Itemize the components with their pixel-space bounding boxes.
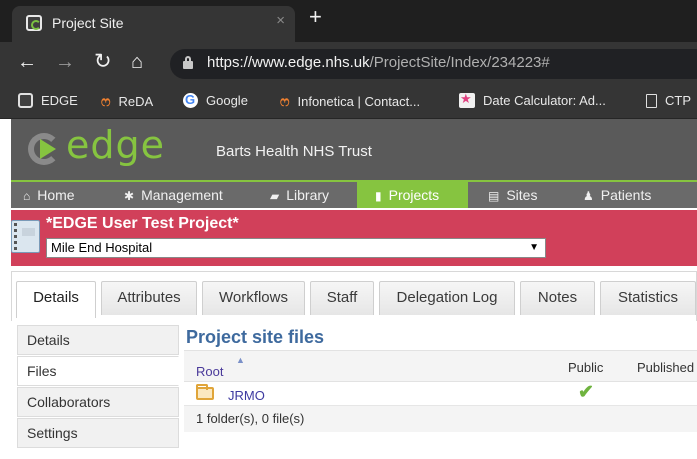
tab-notes[interactable]: Notes bbox=[520, 281, 595, 315]
nav-library[interactable]: ▰ Library bbox=[268, 182, 358, 208]
bookmarks-bar: EDGE ෆReDA Google ෆInfonetica | Contact.… bbox=[0, 85, 697, 119]
reda-icon: ෆ bbox=[101, 93, 111, 109]
bookmark-infonetica[interactable]: ෆ Infonetica | Contact... bbox=[280, 93, 420, 109]
submenu-details[interactable]: Details bbox=[17, 325, 179, 355]
files-table: Root ▲ Public Published JRMO ✔ 1 folder(… bbox=[184, 350, 697, 432]
url-text[interactable]: https://www.edge.nhs.uk/ProjectSite/Inde… bbox=[207, 54, 550, 71]
table-summary: 1 folder(s), 0 file(s) bbox=[184, 406, 697, 432]
column-public[interactable]: Public bbox=[568, 360, 603, 375]
back-arrow-icon[interactable]: ← bbox=[17, 50, 37, 74]
browser-tab[interactable]: Project Site × bbox=[12, 6, 295, 42]
site-select-value: Mile End Hospital bbox=[51, 240, 153, 255]
nav-projects[interactable]: ▮ Projects bbox=[357, 182, 468, 208]
tab-delegation-log[interactable]: Delegation Log bbox=[379, 281, 515, 315]
tab-details[interactable]: Details bbox=[16, 281, 96, 318]
table-header: Root ▲ Public Published bbox=[184, 350, 697, 382]
edge-logo[interactable]: edge bbox=[28, 123, 188, 171]
project-tabs: Details Attributes Workflows Staff Deleg… bbox=[11, 271, 697, 321]
notebook-icon bbox=[11, 220, 40, 253]
nav-patients[interactable]: ♟ Patients bbox=[583, 182, 683, 208]
reload-icon[interactable]: ↻ bbox=[94, 50, 112, 74]
lock-icon bbox=[183, 56, 193, 69]
trust-name: Barts Health NHS Trust bbox=[216, 143, 372, 160]
bookmark-date-calculator[interactable]: Date Calculator: Ad... bbox=[459, 91, 606, 108]
new-tab-icon[interactable]: + bbox=[309, 5, 322, 29]
nav-home[interactable]: ⌂ Home bbox=[21, 182, 101, 208]
date-calculator-icon bbox=[459, 91, 475, 108]
edge-icon bbox=[18, 93, 33, 108]
browser-tabstrip: Project Site × + bbox=[0, 0, 697, 42]
browser-toolbar: ← → ↻ ⌂ https://www.edge.nhs.uk/ProjectS… bbox=[0, 42, 697, 85]
page-title: Project site files bbox=[186, 327, 325, 347]
project-banner: *EDGE User Test Project* Mile End Hospit… bbox=[11, 210, 697, 266]
document-icon: ▮ bbox=[375, 189, 382, 203]
tab-staff[interactable]: Staff bbox=[310, 281, 374, 315]
main-nav: ⌂ Home ✱ Management ▰ Library ▮ Projects ▤ Si… bbox=[11, 180, 697, 208]
edge-logo-icon bbox=[28, 133, 60, 165]
nav-management[interactable]: ✱ Management bbox=[122, 182, 242, 208]
document-icon bbox=[646, 94, 657, 108]
app-header: edge Barts Health NHS Trust bbox=[11, 119, 697, 180]
tab-title: Project Site bbox=[52, 15, 124, 31]
bookmark-google[interactable]: Google bbox=[183, 92, 248, 108]
gear-icon: ✱ bbox=[124, 189, 135, 203]
submenu-files[interactable]: Files bbox=[17, 356, 179, 386]
table-row[interactable]: JRMO ✔ bbox=[184, 382, 697, 406]
checkmark-icon: ✔ bbox=[578, 382, 594, 403]
home-icon[interactable]: ⌂ bbox=[131, 50, 143, 74]
tab-statistics[interactable]: Statistics bbox=[600, 281, 696, 315]
submenu-settings[interactable]: Settings bbox=[17, 418, 179, 448]
site-select[interactable]: Mile End Hospital ▼ bbox=[46, 238, 546, 258]
tab-attributes[interactable]: Attributes bbox=[101, 281, 197, 315]
column-root[interactable]: Root bbox=[196, 364, 223, 379]
book-icon: ▰ bbox=[270, 189, 280, 203]
tab-workflows[interactable]: Workflows bbox=[202, 281, 305, 315]
tab-close-icon[interactable]: × bbox=[276, 12, 285, 29]
dropdown-caret-icon: ▼ bbox=[529, 242, 539, 253]
edge-logo-text: edge bbox=[66, 123, 165, 167]
bookmark-edge[interactable]: EDGE bbox=[18, 93, 78, 108]
home-icon: ⌂ bbox=[23, 189, 31, 203]
bookmark-ctp[interactable]: CTP bbox=[646, 93, 691, 108]
address-bar[interactable]: https://www.edge.nhs.uk/ProjectSite/Inde… bbox=[170, 49, 697, 79]
project-title: *EDGE User Test Project* bbox=[46, 215, 239, 232]
bookmark-reda[interactable]: ෆ ReDA bbox=[101, 93, 153, 109]
infonetica-icon: ෆ bbox=[280, 93, 290, 109]
submenu: Details Files Collaborators Settings bbox=[17, 325, 179, 449]
folder-icon bbox=[196, 384, 214, 400]
submenu-collaborators[interactable]: Collaborators bbox=[17, 387, 179, 417]
google-icon bbox=[183, 92, 198, 108]
folder-name-link[interactable]: JRMO bbox=[228, 388, 265, 403]
edge-favicon-icon bbox=[26, 15, 42, 31]
sort-ascending-icon: ▲ bbox=[236, 355, 245, 365]
person-icon: ♟ bbox=[583, 189, 594, 203]
building-icon: ▤ bbox=[488, 189, 500, 203]
column-published[interactable]: Published bbox=[637, 360, 694, 375]
nav-sites[interactable]: ▤ Sites bbox=[488, 182, 568, 208]
forward-arrow-icon[interactable]: → bbox=[55, 50, 75, 74]
